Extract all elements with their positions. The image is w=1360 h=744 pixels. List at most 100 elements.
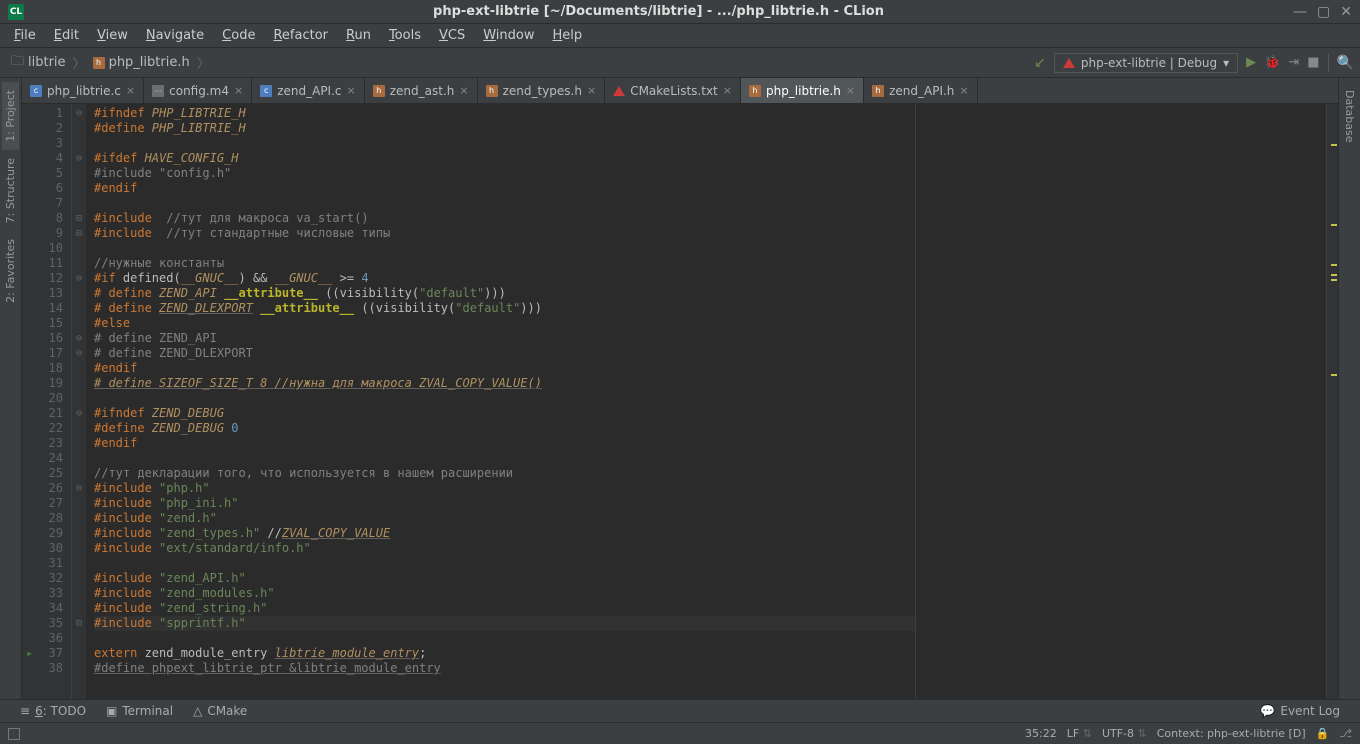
- editor-area: cphp_libtrie.c×⋯config.m4×czend_API.c×hz…: [22, 78, 1338, 699]
- bottom-tool-bar: ≡6: TODO▣Terminal △ CMake 💬 Event Log: [0, 699, 1360, 722]
- event-log-button[interactable]: 💬 Event Log: [1250, 704, 1350, 718]
- debug-button[interactable]: 🐞: [1264, 55, 1280, 70]
- cmake-icon: [1063, 58, 1075, 68]
- close-tab-icon[interactable]: ×: [234, 84, 243, 97]
- tab-label: zend_API.h: [889, 84, 954, 98]
- stripe-mark[interactable]: [1331, 279, 1337, 281]
- menu-code[interactable]: Code: [214, 26, 263, 45]
- tool-windows-toggle[interactable]: [8, 728, 20, 740]
- tab-label: CMakeLists.txt: [630, 84, 718, 98]
- editor-tab[interactable]: h zend_ast.h ×: [365, 78, 478, 103]
- header-file-icon: h: [486, 85, 498, 97]
- breadcrumb-item[interactable]: 🗀 libtrie: [6, 50, 71, 76]
- balloon-icon: 💬: [1260, 704, 1275, 718]
- c-file-icon: c: [30, 85, 42, 97]
- tab-label: zend_API.c: [277, 84, 341, 98]
- menu-tools[interactable]: Tools: [381, 26, 429, 45]
- close-window-button[interactable]: ✕: [1340, 4, 1352, 20]
- chevron-right-icon: 〉: [197, 53, 210, 72]
- close-tab-icon[interactable]: ×: [126, 84, 135, 97]
- right-tool-stripe: Database: [1338, 78, 1360, 699]
- menubar: FileEditViewNavigateCodeRefactorRunTools…: [0, 24, 1360, 48]
- cmake-icon: [613, 86, 625, 96]
- close-tab-icon[interactable]: ×: [959, 84, 968, 97]
- code-editor[interactable]: #ifndef PHP_LIBTRIE_H #define PHP_LIBTRI…: [86, 104, 915, 699]
- window-controls: — ▢ ✕: [1293, 4, 1352, 20]
- header-file-icon: h: [872, 85, 884, 97]
- line-gutter[interactable]: 1234567891011121314151617181920212223242…: [22, 104, 72, 699]
- menu-navigate[interactable]: Navigate: [138, 26, 212, 45]
- maximize-button[interactable]: ▢: [1317, 4, 1330, 20]
- menu-vcs[interactable]: VCS: [431, 26, 473, 45]
- menu-run[interactable]: Run: [338, 26, 379, 45]
- cmake-icon: △: [193, 704, 202, 718]
- tab-label: php_libtrie.h: [766, 84, 841, 98]
- editor-tab[interactable]: c zend_API.c ×: [252, 78, 365, 103]
- breadcrumb-item[interactable]: hphp_libtrie.h: [88, 53, 195, 72]
- chevron-right-icon: 〉: [73, 53, 86, 72]
- editor-body: 1234567891011121314151617181920212223242…: [22, 104, 1338, 699]
- caret-position[interactable]: 35:22: [1025, 727, 1057, 740]
- tab-label: zend_types.h: [503, 84, 582, 98]
- stripe-mark[interactable]: [1331, 274, 1337, 276]
- close-tab-icon[interactable]: ×: [459, 84, 468, 97]
- stripe-mark[interactable]: [1331, 374, 1337, 376]
- secondary-editor-pane[interactable]: [916, 104, 1326, 699]
- left-tool-stripe: 1: Project7: Structure2: Favorites: [0, 78, 22, 699]
- file-encoding[interactable]: UTF-8 ⇅: [1102, 727, 1147, 740]
- stop-button[interactable]: ■: [1307, 55, 1319, 70]
- context-label[interactable]: Context: php-ext-libtrie [D]: [1157, 727, 1306, 740]
- tool-tab-structure[interactable]: 7: Structure: [2, 150, 19, 231]
- close-tab-icon[interactable]: ×: [846, 84, 855, 97]
- breadcrumb-label: php_libtrie.h: [109, 55, 190, 70]
- tab-label: php_libtrie.c: [47, 84, 121, 98]
- stripe-mark[interactable]: [1331, 144, 1337, 146]
- c-file-icon: c: [260, 85, 272, 97]
- close-tab-icon[interactable]: ×: [587, 84, 596, 97]
- tool-window-terminal[interactable]: ▣Terminal: [96, 704, 183, 718]
- tool-window-todo[interactable]: ≡6: TODO: [10, 704, 96, 718]
- menu-view[interactable]: View: [89, 26, 136, 45]
- editor-tab[interactable]: CMakeLists.txt ×: [605, 78, 741, 103]
- tool-tab-project[interactable]: 1: Project: [2, 82, 19, 150]
- window-title: php-ext-libtrie [~/Documents/libtrie] - …: [24, 4, 1293, 19]
- error-stripe[interactable]: [1326, 104, 1338, 699]
- breadcrumb-label: libtrie: [28, 55, 66, 70]
- menu-file[interactable]: File: [6, 26, 44, 45]
- editor-tab[interactable]: h zend_types.h ×: [478, 78, 606, 103]
- editor-tab[interactable]: hphp_libtrie.h×: [741, 78, 864, 103]
- lock-icon[interactable]: 🔒: [1316, 727, 1330, 740]
- vcs-icon[interactable]: ⎇: [1339, 727, 1352, 740]
- menu-window[interactable]: Window: [475, 26, 542, 45]
- menu-help[interactable]: Help: [545, 26, 591, 45]
- breadcrumb[interactable]: 🗀 libtrie 〉hphp_libtrie.h〉: [6, 50, 210, 76]
- app-icon: CL: [8, 4, 24, 20]
- run-config-selector[interactable]: php-ext-libtrie | Debug ▾: [1054, 53, 1238, 73]
- editor-tab[interactable]: c php_libtrie.c ×: [22, 78, 144, 103]
- nav-back-icon[interactable]: ↙: [1034, 55, 1046, 71]
- menu-refactor[interactable]: Refactor: [265, 26, 336, 45]
- close-tab-icon[interactable]: ×: [347, 84, 356, 97]
- close-tab-icon[interactable]: ×: [723, 84, 732, 97]
- menu-edit[interactable]: Edit: [46, 26, 87, 45]
- tab-label: zend_ast.h: [390, 84, 455, 98]
- run-button[interactable]: ▶: [1246, 55, 1256, 70]
- tab-label: config.m4: [169, 84, 229, 98]
- line-separator[interactable]: LF ⇅: [1067, 727, 1092, 740]
- attach-button[interactable]: ⇥: [1288, 55, 1299, 70]
- header-file-icon: h: [373, 85, 385, 97]
- tool-tab-favorites[interactable]: 2: Favorites: [2, 231, 19, 311]
- titlebar: CL php-ext-libtrie [~/Documents/libtrie]…: [0, 0, 1360, 24]
- tool-tab-database[interactable]: Database: [1341, 82, 1358, 151]
- stripe-mark[interactable]: [1331, 264, 1337, 266]
- editor-tab[interactable]: h zend_API.h ×: [864, 78, 978, 103]
- tool-window-cmake[interactable]: △ CMake: [183, 704, 257, 718]
- fold-gutter[interactable]: ⊖⊖⊟⊟⊖⊖⊖⊖⊖⊟: [72, 104, 86, 699]
- chevron-down-icon: ▾: [1223, 56, 1229, 70]
- search-everywhere-button[interactable]: 🔍: [1337, 55, 1354, 71]
- tool-window-label: CMake: [207, 704, 247, 718]
- editor-tab[interactable]: ⋯config.m4×: [144, 78, 252, 103]
- minimize-button[interactable]: —: [1293, 4, 1307, 20]
- stripe-mark[interactable]: [1331, 224, 1337, 226]
- folder-icon: 🗀: [11, 52, 24, 74]
